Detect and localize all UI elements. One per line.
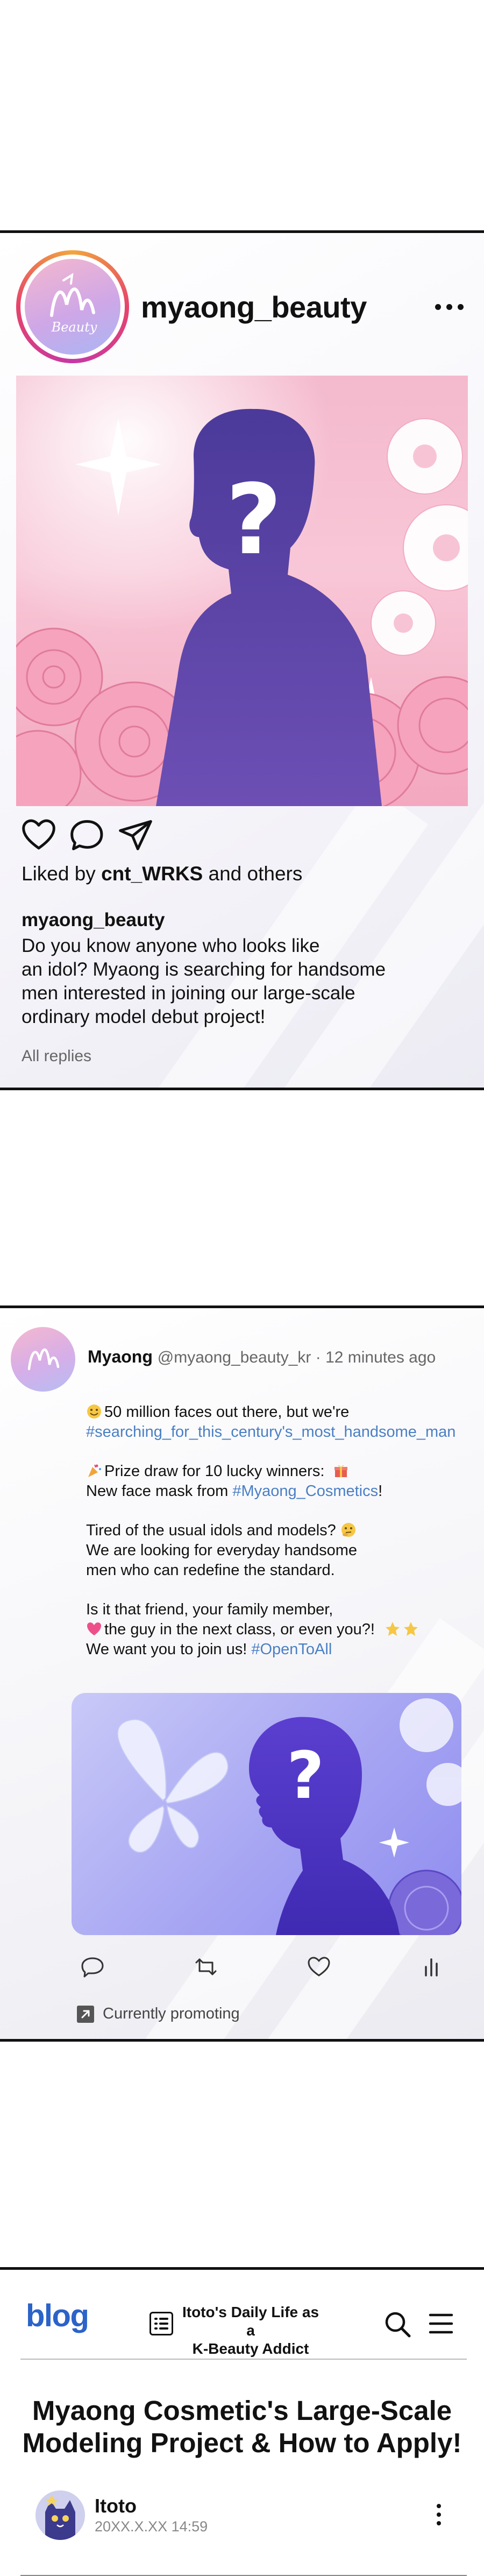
hashtag-link[interactable]: #OpenToAll: [251, 1641, 332, 1658]
comment-icon[interactable]: [69, 817, 105, 853]
reply-icon[interactable]: [80, 1954, 105, 1980]
post-title: Myaong Cosmetic's Large-Scale Modeling P…: [22, 2395, 462, 2458]
tweet-body: 50 million faces out there, but we're #s…: [86, 1403, 456, 1658]
share-icon[interactable]: [117, 817, 154, 853]
grinning-face-emoji-icon: [87, 1405, 101, 1418]
blog-page: blog Itoto's Daily Life as a K-Beauty Ad…: [0, 2267, 484, 2576]
post-actions: [20, 817, 154, 853]
star-emoji-icon: [404, 1622, 418, 1636]
search-icon[interactable]: [383, 2310, 412, 2339]
blog-logo[interactable]: blog: [26, 2298, 89, 2334]
myaong-logo-icon: Beauty: [50, 273, 97, 335]
tweet-header: Myaong @myaong_beauty_kr · 12 minutes ag…: [88, 1347, 436, 1367]
stats-icon[interactable]: [419, 1954, 445, 1980]
party-popper-emoji-icon: [88, 1464, 101, 1477]
mystery-question-mark: ?: [226, 464, 282, 576]
header-divider: [20, 2359, 467, 2360]
tweet-display-name[interactable]: Myaong: [88, 1347, 153, 1366]
post-image[interactable]: ?: [16, 376, 468, 806]
mystery-question-mark: ?: [287, 1739, 324, 1813]
twitter-post: Myaong @myaong_beauty_kr · 12 minutes ag…: [0, 1305, 484, 2042]
more-options-icon[interactable]: [435, 304, 464, 310]
tweet-actions: [80, 1954, 445, 1980]
blog-name[interactable]: Itoto's Daily Life as a K-Beauty Addict: [181, 2303, 321, 2358]
like-icon[interactable]: [306, 1954, 332, 1980]
promoted-arrow-icon: [77, 2005, 94, 2023]
hashtag-link[interactable]: #searching_for_this_century's_most_hands…: [86, 1423, 455, 1441]
promoted-text: Currently promoting: [103, 2005, 240, 2022]
promoted-label: Currently promoting: [77, 2005, 240, 2023]
author-avatar[interactable]: [35, 2490, 85, 2540]
sparkling-heart-emoji-icon: [87, 1622, 101, 1635]
tweet-handle[interactable]: @myaong_beauty_kr: [158, 1349, 311, 1366]
post-options-icon[interactable]: [437, 2504, 441, 2525]
myaong-logo-icon: [27, 1349, 60, 1371]
star-emoji-icon: [386, 1622, 400, 1636]
thinking-face-emoji-icon: [341, 1523, 355, 1537]
avatar-brand-text: Beauty: [51, 320, 97, 335]
post-header: Beauty myaong_beauty: [16, 250, 468, 363]
instagram-post: Beauty myaong_beauty ? Liked by cnt_WRKS…: [0, 230, 484, 1090]
profile-avatar[interactable]: Beauty: [16, 250, 129, 363]
tweet-avatar[interactable]: [11, 1327, 75, 1392]
post-caption: Do you know anyone who looks like an ido…: [22, 935, 386, 1027]
liked-by-user[interactable]: cnt_WRKS: [101, 863, 203, 885]
cat-avatar-icon: [35, 2490, 85, 2540]
heart-icon[interactable]: [20, 817, 57, 853]
post-date: 20XX.X.XX 14:59: [95, 2518, 208, 2535]
author-name[interactable]: Itoto: [95, 2495, 137, 2517]
retweet-icon[interactable]: [193, 1954, 219, 1980]
hamburger-menu-icon[interactable]: [428, 2311, 454, 2337]
gift-emoji-icon: [334, 1465, 348, 1477]
hashtag-link[interactable]: #Myaong_Cosmetics: [232, 1483, 378, 1500]
caption-username[interactable]: myaong_beauty: [22, 909, 165, 931]
blog-list-icon[interactable]: [150, 2312, 173, 2335]
all-replies-link[interactable]: All replies: [22, 1047, 91, 1065]
tweet-image[interactable]: ?: [72, 1693, 461, 1935]
tweet-time: · 12 minutes ago: [311, 1349, 436, 1366]
post-username[interactable]: myaong_beauty: [141, 290, 367, 324]
liked-by-text: Liked by cnt_WRKS and others: [22, 863, 303, 885]
